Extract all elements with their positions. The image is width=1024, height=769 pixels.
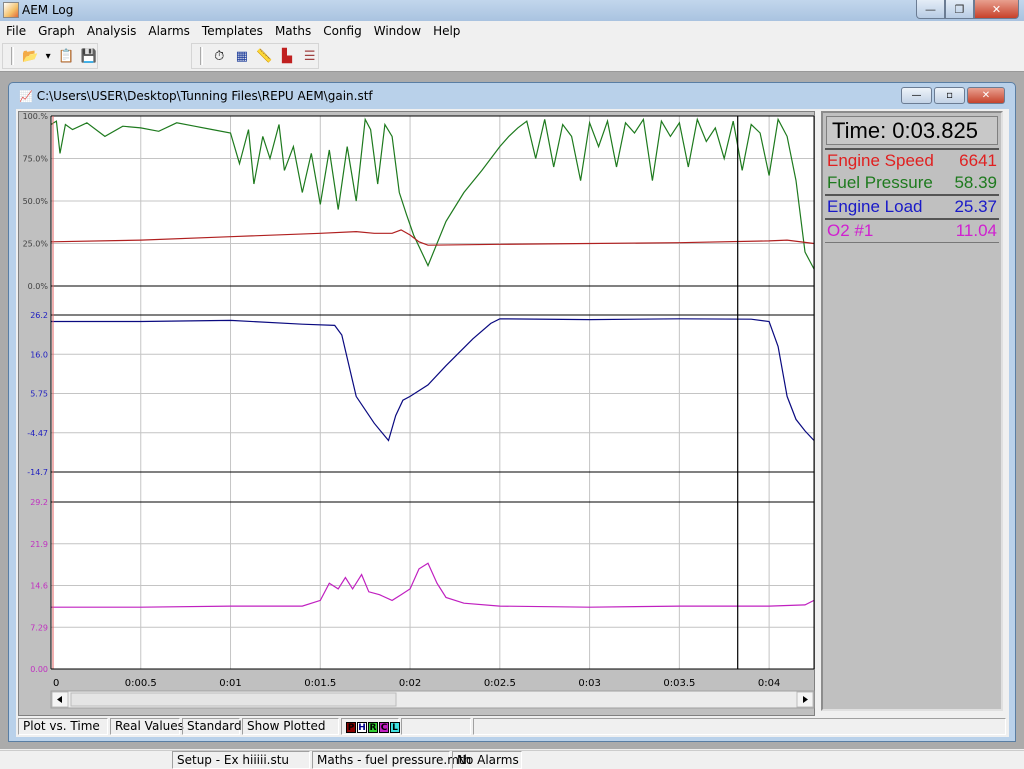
plot-mode-cell[interactable]: Plot vs. Time xyxy=(18,718,108,735)
y-tick-label: 16.0 xyxy=(30,350,48,359)
channel-label: Engine Load xyxy=(827,197,923,216)
y-tick-label: 21.9 xyxy=(30,540,48,549)
empty-status-cell xyxy=(401,718,471,735)
separator xyxy=(825,242,999,243)
open-folder-icon[interactable]: 📂 xyxy=(22,47,39,65)
y-tick-label: 100.% xyxy=(23,112,49,121)
value-mode-cell[interactable]: Real Values xyxy=(110,718,184,735)
y-tick-label: 5.75 xyxy=(30,390,48,399)
indicator-cell: PHRCL xyxy=(341,718,400,735)
channel-row-engine-load[interactable]: Engine Load 25.37 xyxy=(823,196,1001,218)
indicator-l[interactable]: L xyxy=(390,722,400,733)
log-chart[interactable]: 0 0:00.5 0:01 0:01.5 0:02 0:02.5 0:03 0:03.5 0:0… xyxy=(19,112,816,717)
plot-status-bar: Plot vs. Time Real Values Standard Show … xyxy=(18,718,1008,735)
dropdown-arrow-icon[interactable]: ▾ xyxy=(45,47,52,65)
y-tick-label: 29.2 xyxy=(30,498,48,507)
channel-readout: Time: 0:03.825 Engine Speed 6641 Fuel Pr… xyxy=(821,111,1003,711)
channel-label: Fuel Pressure xyxy=(827,173,933,192)
notepad-icon[interactable]: 📋 xyxy=(58,47,75,65)
x-tick-label: 0:03 xyxy=(578,678,600,689)
x-tick-label: 0:03.5 xyxy=(663,678,695,689)
graph-doc-icon: 📈 xyxy=(19,89,33,103)
channel-value: 25.37 xyxy=(954,197,997,216)
channel-row-fuel-pressure[interactable]: Fuel Pressure 58.39 xyxy=(823,172,1001,194)
close-button[interactable]: ✕ xyxy=(974,0,1019,19)
menu-window[interactable]: Window xyxy=(368,24,427,38)
setup-file-status: Setup - Ex hiiiii.stu xyxy=(172,751,310,769)
menu-file[interactable]: File xyxy=(0,24,32,38)
indicator-c[interactable]: C xyxy=(379,722,389,733)
x-tick-label: 0:00.5 xyxy=(125,678,157,689)
y-tick-label: 0.00 xyxy=(30,665,48,674)
plot-background xyxy=(51,116,814,669)
menu-config[interactable]: Config xyxy=(317,24,368,38)
app-title: AEM Log xyxy=(22,3,74,17)
y-tick-label: -14.7 xyxy=(27,468,48,477)
indicator-p[interactable]: P xyxy=(346,722,356,733)
channel-value: 11.04 xyxy=(955,221,997,240)
file-toolbar: 📂 ▾ 📋 💾 xyxy=(2,43,98,69)
channel-value: 58.39 xyxy=(954,173,997,192)
toolbar-grip[interactable] xyxy=(11,47,14,65)
y-tick-label: -4.47 xyxy=(27,429,48,438)
indicator-h[interactable]: H xyxy=(357,722,367,733)
x-tick-label: 0:02 xyxy=(399,678,421,689)
channel-label: Engine Speed xyxy=(827,151,934,170)
x-tick-label: 0:02.5 xyxy=(484,678,516,689)
document-titlebar: 📈 C:\Users\USER\Desktop\Tunning Files\RE… xyxy=(19,89,373,103)
toolbar-grip[interactable] xyxy=(200,47,203,65)
y-tick-label: 0.0% xyxy=(28,282,49,291)
x-tick-label: 0:01.5 xyxy=(304,678,336,689)
doc-close-button[interactable]: ✕ xyxy=(967,87,1005,104)
y-tick-label: 25.0% xyxy=(23,240,49,249)
restore-button[interactable]: ❐ xyxy=(945,0,974,19)
cursor-time: Time: 0:03.825 xyxy=(826,116,998,145)
menu-graph[interactable]: Graph xyxy=(32,24,81,38)
doc-restore-button[interactable]: ▫ xyxy=(934,87,965,104)
display-mode-cell[interactable]: Standard xyxy=(182,718,242,735)
empty-status-cell xyxy=(473,718,1006,735)
bar-chart-icon[interactable]: ▙ xyxy=(279,47,296,65)
plot-area[interactable]: 0 0:00.5 0:01 0:01.5 0:02 0:02.5 0:03 0:03.5 0:0… xyxy=(18,111,815,716)
minimize-button[interactable]: — xyxy=(916,0,945,19)
app-titlebar: AEM Log — ❐ ✕ xyxy=(0,0,1024,21)
stopwatch-icon[interactable]: ⏱ xyxy=(211,47,228,65)
x-tick-label: 0:01 xyxy=(219,678,241,689)
menu-analysis[interactable]: Analysis xyxy=(81,24,142,38)
y-tick-label: 7.29 xyxy=(30,623,48,632)
menu-alarms[interactable]: Alarms xyxy=(142,24,196,38)
channel-label: O2 #1 xyxy=(827,221,874,240)
scroll-thumb[interactable] xyxy=(70,692,397,707)
channel-row-engine-speed[interactable]: Engine Speed 6641 xyxy=(823,150,1001,172)
channel-value: 6641 xyxy=(959,151,997,170)
menu-maths[interactable]: Maths xyxy=(269,24,317,38)
y-tick-label: 50.0% xyxy=(23,197,49,206)
y-tick-label: 75.0% xyxy=(23,155,49,164)
document-path: C:\Users\USER\Desktop\Tunning Files\REPU… xyxy=(36,89,373,103)
x-tick-label: 0 xyxy=(53,678,59,689)
alarms-status: No Alarms xyxy=(452,751,522,769)
mdi-workspace: 📈 C:\Users\USER\Desktop\Tunning Files\RE… xyxy=(0,71,1024,749)
doc-minimize-button[interactable]: — xyxy=(901,87,932,104)
log-document-window: 📈 C:\Users\USER\Desktop\Tunning Files\RE… xyxy=(8,82,1016,742)
menu-bar: File Graph Analysis Alarms Templates Mat… xyxy=(0,21,1024,41)
y-tick-label: 26.2 xyxy=(30,311,48,320)
ruler-icon[interactable]: 📏 xyxy=(256,47,273,65)
y-tick-label: 14.6 xyxy=(30,582,48,591)
menu-templates[interactable]: Templates xyxy=(196,24,269,38)
table-icon[interactable]: ▦ xyxy=(234,47,251,65)
indicator-r[interactable]: R xyxy=(368,722,378,733)
channel-row-o2[interactable]: O2 #1 11.04 xyxy=(823,220,1001,242)
grid-lines-icon[interactable]: ☰ xyxy=(301,47,318,65)
x-tick-label: 0:04 xyxy=(758,678,780,689)
show-mode-cell[interactable]: Show Plotted xyxy=(242,718,339,735)
menu-help[interactable]: Help xyxy=(427,24,466,38)
app-icon xyxy=(3,2,19,18)
save-icon[interactable]: 💾 xyxy=(80,47,97,65)
main-status-bar: Setup - Ex hiiiii.stu Maths - fuel press… xyxy=(0,750,1024,769)
graph-toolbar: ⏱ ▦ 📏 ▙ ☰ xyxy=(191,43,319,69)
document-client: 0 0:00.5 0:01 0:01.5 0:02 0:02.5 0:03 0:03.5 0:0… xyxy=(16,109,1009,737)
maths-file-status: Maths - fuel pressure.mth xyxy=(312,751,471,769)
